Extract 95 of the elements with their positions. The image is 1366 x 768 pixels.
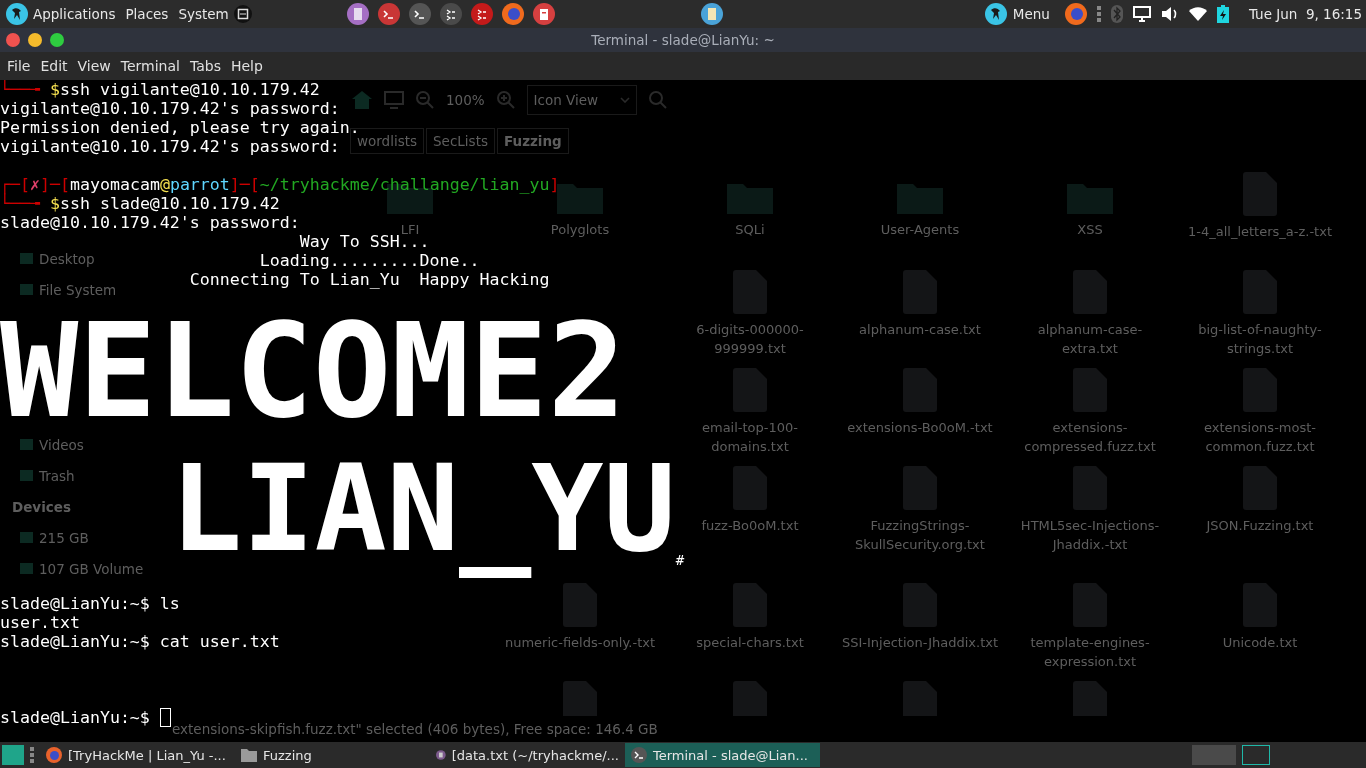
sidebar-item-icon [20,470,33,481]
terminal-icon[interactable] [439,3,462,25]
document-icon[interactable] [346,3,369,25]
sidebar-item[interactable]: Desktop [39,250,95,267]
browser-icon[interactable] [501,3,524,25]
panel-menu[interactable]: Applications [28,2,121,26]
panel-menu[interactable]: Places [120,2,174,26]
drag-handle-icon [30,747,34,763]
sidebar-item[interactable]: Trash [39,467,75,484]
file-name[interactable]: extensions-compressed.fuzz.txt [1010,418,1170,456]
file-name[interactable]: FuzzingStrings-SkullSecurity.org.txt [840,516,1000,554]
browser-icon [46,747,62,763]
file-name[interactable]: alphanum-case-extra.txt [1010,320,1170,358]
menu-item[interactable]: Terminal [115,58,185,74]
sidebar-item[interactable]: File System [39,281,117,298]
window-list-icon[interactable] [233,5,252,23]
wifi-icon[interactable] [1188,7,1207,21]
panel-menu[interactable]: System [173,2,234,26]
browser-icon[interactable] [1064,3,1087,25]
monitor-icon[interactable] [1132,6,1151,22]
sidebar-header: Devices [12,498,71,515]
terminal-icon[interactable] [470,3,493,25]
file-name[interactable]: SQLi [735,220,765,258]
taskbar-button[interactable]: [TryHackMe | Lian_Yu -... [40,743,235,767]
window-title: Terminal - slade@LianYu: ~ [591,32,775,48]
terminal-line: user.txt [0,613,80,632]
clock[interactable]: Tue Jun 9, 16:15 [1248,6,1362,22]
sidebar-item-icon [20,439,33,450]
caret-icon [619,97,630,103]
file-name[interactable]: special-chars.txt [696,633,804,671]
sidebar-item[interactable]: 215 GB [39,529,89,546]
file-name[interactable]: fuzz-Bo0oM.txt [701,516,799,554]
drag-handle-icon [1096,6,1101,22]
file-name[interactable]: HTML5sec-Injections-Jhaddix.-txt [1010,516,1170,554]
breadcrumb[interactable]: Fuzzing [497,128,569,154]
menu-item[interactable]: View [72,58,116,74]
file-name[interactable]: 6-digits-000000-999999.txt [670,320,830,358]
file-name[interactable]: template-engines-expression.txt [1010,633,1170,671]
zoom-level: 100% [446,92,485,108]
terminal-line: vigilante@10.10.179.42's password: [0,137,340,156]
terminal-line: vigilante@10.10.179.42's password: [0,99,340,118]
battery-icon[interactable] [1216,5,1229,23]
menu-item[interactable]: Help [225,58,268,74]
folder-icon [241,748,257,762]
terminal-icon[interactable] [408,3,431,25]
file-name[interactable]: numeric-fields-only.-txt [504,633,655,671]
status-text: extensions-skipfish.fuzz.txt" selected (406 bytes), Free space: 146.4 GB [172,721,658,737]
terminal-line: └──╼ $ssh vigilante@10.10.179.42 [0,80,320,99]
menu-button[interactable]: Menu [979,2,1055,26]
sidebar-item-icon [20,563,33,574]
terminal-line: └──╼ $ssh slade@10.10.179.42 [0,194,280,213]
file-name[interactable]: Unicode.txt [1222,633,1298,671]
terminal-line: slade@LianYu:~$ [0,708,171,727]
terminal-line: slade@LianYu:~$ cat user.txt [0,632,280,651]
workspace-button[interactable] [1242,745,1270,765]
view-select[interactable]: Icon View [526,85,637,115]
terminal-line: Way To SSH... [299,232,430,251]
volume-icon[interactable] [1160,6,1179,22]
menu-item[interactable]: File [2,58,36,74]
file-name[interactable]: extensions-most-common.fuzz.txt [1180,418,1340,456]
clipboard-icon[interactable] [532,3,555,25]
terminal-line: slade@10.10.179.42's password: [0,213,300,232]
file-name[interactable]: SSI-Injection-Jhaddix.txt [841,633,998,671]
file-name[interactable]: extensions-Bo0oM.-txt [847,418,993,456]
file-name[interactable]: big-list-of-naughty-strings.txt [1180,320,1340,358]
file-name[interactable]: JSON.Fuzzing.txt [1206,516,1314,554]
maximize-button[interactable] [50,33,64,47]
breadcrumb[interactable]: SecLists [426,128,495,154]
terminal-line: Loading.........Done.. [259,251,480,270]
document-icon [436,747,446,763]
taskbar-button[interactable]: Fuzzing [235,743,430,767]
file-name[interactable]: XSS [1077,220,1103,258]
taskbar-button[interactable]: [data.txt (~/tryhackme/... [430,743,625,767]
sidebar-item-icon [20,284,33,295]
sidebar-item-icon [20,532,33,543]
taskbar-button[interactable]: Terminal - slade@Lian... [625,743,820,767]
terminal-text: # [675,551,685,570]
terminal-line: Connecting To Lian_Yu Happy Hacking [189,270,550,289]
file-name[interactable]: User-Agents [880,220,960,258]
terminal-line: slade@LianYu:~$ ls [0,594,180,613]
notes-icon[interactable] [700,3,723,25]
terminal-icon[interactable] [377,3,400,25]
menu-item[interactable]: Edit [35,58,73,74]
sidebar-item-icon [20,253,33,264]
close-button[interactable] [6,33,20,47]
terminal-line: ┌─[✗]─[mayomacam@parrot]─[~/tryhackme/challange/lian_yu] [0,175,560,194]
minimize-button[interactable] [28,33,42,47]
sidebar-item[interactable]: 107 GB Volume [39,560,144,577]
menu-item[interactable]: Tabs [184,58,226,74]
bird-logo-icon[interactable] [6,3,28,25]
file-name[interactable]: 1-4_all_letters_a-z.-txt [1187,222,1332,260]
file-name[interactable]: Polyglots [550,220,610,258]
file-name[interactable]: alphanum-case.txt [859,320,981,358]
terminal-icon [631,747,647,763]
bird-logo-icon[interactable] [984,3,1007,25]
